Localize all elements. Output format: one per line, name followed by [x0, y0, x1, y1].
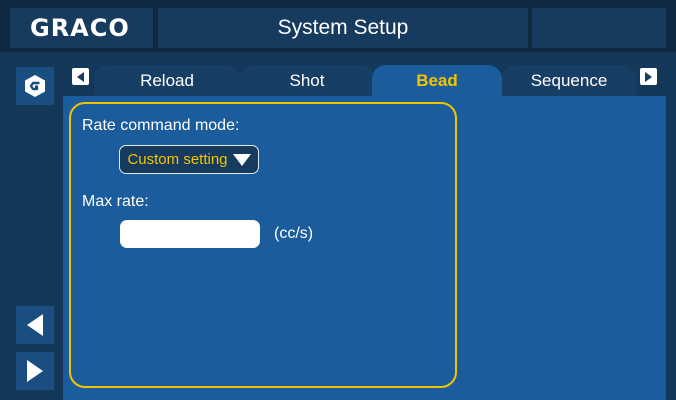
brand-logo-text: GRACO: [30, 14, 130, 42]
back-button[interactable]: [16, 306, 54, 344]
tab-shot[interactable]: Shot: [240, 65, 374, 96]
home-button[interactable]: [16, 67, 54, 105]
max-rate-input[interactable]: [120, 220, 260, 248]
rate-command-mode-value: Custom setting: [127, 151, 228, 168]
tab-bead[interactable]: Bead: [372, 65, 502, 96]
header-status-area: [532, 8, 666, 48]
tab-reload[interactable]: Reload: [94, 65, 240, 96]
tab-next-arrow-icon: [645, 71, 652, 82]
chevron-down-icon: [232, 153, 251, 166]
tab-next-button[interactable]: [640, 68, 657, 85]
brand-logo: GRACO: [10, 8, 153, 48]
forward-arrow-icon: [27, 360, 43, 382]
max-rate-label: Max rate:: [82, 193, 149, 210]
rate-command-mode-label: Rate command mode:: [82, 117, 240, 134]
max-rate-unit-label: (cc/s): [274, 225, 314, 242]
bead-tab-content: Rate command mode: Custom setting Max ra…: [63, 96, 666, 400]
back-arrow-icon: [27, 314, 43, 336]
header-bar: GRACO System Setup: [0, 0, 676, 52]
tab-sequence[interactable]: Sequence: [502, 65, 636, 96]
forward-button[interactable]: [16, 352, 54, 390]
title-panel: System Setup: [158, 8, 528, 48]
tab-prev-arrow-icon: [77, 71, 84, 82]
tab-prev-button[interactable]: [72, 68, 89, 85]
bead-settings-panel: Rate command mode: Custom setting Max ra…: [69, 102, 457, 388]
rate-command-mode-dropdown[interactable]: Custom setting: [119, 145, 259, 174]
graco-home-icon: [25, 75, 45, 97]
page-title: System Setup: [277, 16, 409, 39]
